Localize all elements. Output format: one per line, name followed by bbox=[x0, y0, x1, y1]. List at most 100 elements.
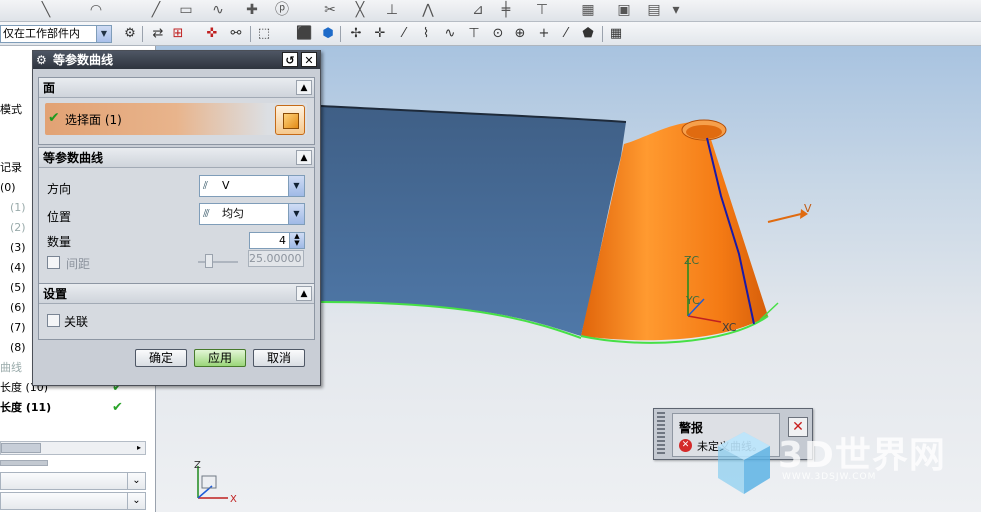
curve-section-header[interactable]: 等参数曲线 ▲ bbox=[39, 148, 314, 168]
spacing-slider-track[interactable] bbox=[198, 261, 238, 263]
horizontal-scrollbar[interactable]: ▸ bbox=[0, 441, 146, 455]
bridge-curve-icon[interactable]: ⊥ bbox=[384, 0, 400, 20]
mid-point-icon[interactable]: ✛ bbox=[372, 25, 388, 43]
gear-icon[interactable]: ⚙ bbox=[36, 51, 47, 69]
assembly-icon[interactable]: ▣ bbox=[616, 0, 632, 20]
associative-label: 关联 bbox=[64, 315, 89, 329]
wrap-curve-icon[interactable]: ⊤ bbox=[534, 0, 550, 20]
arc-center-icon[interactable]: ⊤ bbox=[466, 25, 482, 43]
select-face-button[interactable] bbox=[275, 105, 305, 135]
arc-tool-icon[interactable]: ◠ bbox=[88, 0, 104, 20]
spline-tool-icon[interactable]: ∿ bbox=[210, 0, 226, 20]
circle-center-icon[interactable]: ⊙ bbox=[490, 25, 506, 43]
chevron-down-icon[interactable]: ⌄ bbox=[127, 473, 145, 489]
cancel-button[interactable]: 取消 bbox=[253, 349, 305, 367]
collapse-icon[interactable]: ▲ bbox=[296, 150, 312, 165]
face-section-header[interactable]: 面 ▲ bbox=[39, 78, 314, 98]
uniform-icon: ⫻ bbox=[203, 207, 210, 220]
trim-curve-icon[interactable]: ✂ bbox=[322, 0, 338, 20]
list-item[interactable]: (7) bbox=[0, 318, 26, 338]
spinner-arrows-icon[interactable]: ▲ ▼ bbox=[289, 233, 304, 248]
list-item[interactable]: (3) bbox=[0, 238, 26, 258]
spacing-field[interactable]: 25.00000 bbox=[248, 250, 304, 267]
point-tool-icon[interactable]: ✚ bbox=[244, 0, 260, 20]
curve-analysis-icon[interactable]: ⋀ bbox=[420, 0, 436, 20]
spacing-slider-handle[interactable] bbox=[205, 254, 213, 268]
count-label: 数量 bbox=[47, 235, 72, 249]
existing-point-icon[interactable]: + bbox=[536, 25, 552, 43]
toolbar-more-icon[interactable]: ▾ bbox=[668, 0, 684, 20]
reset-button[interactable]: ↺ bbox=[282, 52, 298, 67]
chevron-down-icon[interactable]: ▼ bbox=[288, 204, 304, 224]
direction-select[interactable]: ⫽ V ▼ bbox=[199, 175, 305, 197]
list-item[interactable]: (4) bbox=[0, 258, 26, 278]
scroll-right-icon[interactable]: ▸ bbox=[133, 442, 145, 454]
select-all-icon[interactable]: ⚯ bbox=[228, 25, 244, 43]
rectangle-tool-icon[interactable]: ▭ bbox=[178, 0, 194, 20]
list-item[interactable]: 长度 (11) ✔ bbox=[0, 398, 123, 418]
offset-curve-icon[interactable]: ⓟ bbox=[274, 0, 290, 20]
list-item[interactable]: 曲线 bbox=[0, 358, 22, 378]
quadrant-point-icon[interactable]: ⊕ bbox=[512, 25, 528, 43]
settings-section-header[interactable]: 设置 ▲ bbox=[39, 284, 314, 304]
selection-scope-select[interactable]: 仅在工作部件内 ▼ bbox=[0, 25, 112, 43]
end-point-icon[interactable]: ✢ bbox=[348, 25, 364, 43]
extend-curve-icon[interactable]: ╳ bbox=[352, 0, 368, 20]
rectangle-select-icon[interactable]: ⬚ bbox=[256, 25, 272, 43]
count-spinner[interactable]: 4 ▲ ▼ bbox=[249, 232, 305, 249]
swept-surface[interactable] bbox=[321, 106, 626, 336]
watermark-brand: 3D世界网 bbox=[778, 435, 946, 476]
grid-icon[interactable]: ▦ bbox=[608, 25, 624, 43]
point-on-face-icon[interactable]: ⬟ bbox=[580, 25, 596, 43]
snap-icon[interactable]: ⇄ bbox=[150, 25, 166, 43]
associative-checkbox[interactable] bbox=[47, 314, 60, 327]
chevron-down-icon[interactable]: ⌄ bbox=[127, 493, 145, 509]
selection-filter-icon[interactable]: ⚙ bbox=[122, 25, 138, 43]
point-on-curve-icon[interactable]: ⁄ bbox=[558, 25, 574, 43]
list-item[interactable]: (0) bbox=[0, 178, 16, 198]
dialog-title-bar[interactable]: ⚙ 等参数曲线 ↺ ✕ bbox=[33, 51, 320, 69]
chevron-down-icon[interactable]: ▼ bbox=[96, 26, 111, 42]
list-item[interactable]: 记录 bbox=[0, 158, 22, 178]
list-item[interactable]: (1) bbox=[0, 198, 26, 218]
select-face-label: 选择面 (1) bbox=[65, 113, 122, 127]
close-button[interactable]: ✕ bbox=[301, 52, 317, 67]
cube-logo-icon bbox=[718, 432, 770, 494]
project-curve-icon[interactable]: ⊿ bbox=[470, 0, 486, 20]
spacing-checkbox[interactable] bbox=[47, 256, 60, 269]
control-point-icon[interactable]: ⁄ bbox=[396, 25, 412, 43]
curve-tool-icon[interactable]: ╲ bbox=[38, 0, 54, 20]
spacing-label: 间距 bbox=[66, 257, 91, 271]
alert-title: 警报 bbox=[679, 421, 704, 435]
add-filter-icon[interactable]: ⊞ bbox=[170, 25, 186, 43]
list-item[interactable]: (8) bbox=[0, 338, 26, 358]
snap-point-icon[interactable]: ✜ bbox=[204, 25, 220, 43]
ok-button[interactable]: 确定 bbox=[135, 349, 187, 367]
preview-panel-header[interactable]: ⌄ bbox=[0, 492, 146, 510]
chevron-down-icon[interactable]: ▼ bbox=[288, 176, 304, 196]
list-item[interactable]: (2) bbox=[0, 218, 26, 238]
splitter-handle[interactable] bbox=[0, 460, 48, 466]
drag-handle[interactable] bbox=[657, 412, 665, 456]
component-icon[interactable]: ▤ bbox=[646, 0, 662, 20]
intersection-icon[interactable]: ⌇ bbox=[418, 25, 434, 43]
error-icon: ✕ bbox=[679, 439, 692, 452]
collapse-icon[interactable]: ▲ bbox=[296, 286, 312, 301]
settings-section: 设置 ▲ 关联 bbox=[38, 283, 315, 340]
collapse-icon[interactable]: ▲ bbox=[296, 80, 312, 95]
apply-button[interactable]: 应用 bbox=[194, 349, 246, 367]
curve-point-icon[interactable]: ∿ bbox=[442, 25, 458, 43]
solid-select-icon[interactable]: ⬛ bbox=[296, 25, 312, 43]
list-item[interactable]: 模式 bbox=[0, 100, 22, 120]
position-select[interactable]: ⫻ 均匀 ▼ bbox=[199, 203, 305, 225]
list-item[interactable]: (5) bbox=[0, 278, 26, 298]
v-direction-label: V bbox=[804, 202, 812, 215]
line-tool-icon[interactable]: ╱ bbox=[148, 0, 164, 20]
select-face-row[interactable]: ✔ 选择面 (1) bbox=[45, 103, 307, 135]
spacing-value: 25.00000 bbox=[249, 252, 302, 265]
list-item[interactable]: (6) bbox=[0, 298, 26, 318]
face-select-icon[interactable]: ⬢ bbox=[320, 25, 336, 43]
table-icon[interactable]: ▦ bbox=[580, 0, 596, 20]
combine-curve-icon[interactable]: ╪ bbox=[498, 0, 514, 20]
details-panel-header[interactable]: ⌄ bbox=[0, 472, 146, 490]
